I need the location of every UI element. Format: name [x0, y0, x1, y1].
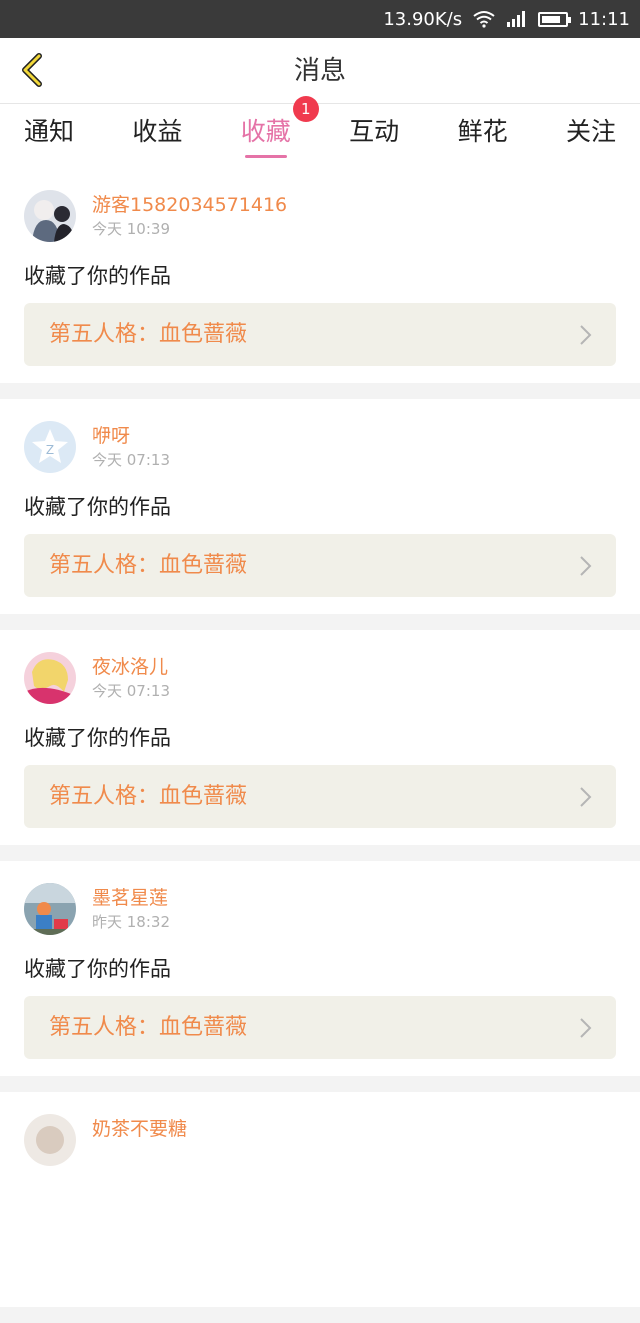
- wifi-icon: [472, 10, 496, 28]
- signal-icon: [506, 11, 528, 27]
- tab-label: 通知: [24, 117, 75, 146]
- tab-label: 互动: [349, 117, 400, 146]
- unread-badge: 1: [292, 96, 319, 122]
- page-title: 消息: [293, 56, 346, 86]
- avatar[interactable]: [24, 883, 76, 935]
- tab-label: 鲜花: [457, 117, 508, 146]
- network-speed: 13.90K/s: [383, 8, 463, 30]
- active-tab-indicator: [244, 155, 287, 158]
- nav-header: 消息: [0, 38, 640, 104]
- timestamp: 昨天 18:32: [92, 913, 170, 931]
- work-link[interactable]: 第五人格：血色蔷薇: [24, 534, 616, 597]
- avatar[interactable]: [24, 190, 76, 242]
- user-name[interactable]: 咿呀: [92, 421, 130, 448]
- work-title: 第五人格：血色蔷薇: [49, 784, 248, 809]
- status-bar: 13.90K/s 11:11: [0, 0, 640, 38]
- user-name[interactable]: 奶茶不要糖: [92, 1114, 187, 1141]
- action-text: 收藏了你的作品: [24, 957, 171, 981]
- tab-follow[interactable]: 关注: [560, 104, 622, 168]
- tab-label: 收藏: [240, 117, 291, 146]
- svg-text:Z: Z: [46, 443, 54, 457]
- user-name[interactable]: 夜冰洛儿: [92, 652, 168, 679]
- tab-bar: 通知 收益 收藏 1 互动 鲜花 关注: [0, 96, 640, 168]
- action-text: 收藏了你的作品: [24, 726, 171, 750]
- work-title: 第五人格：血色蔷薇: [49, 322, 248, 347]
- user-name[interactable]: 游客15820345714​16: [92, 190, 287, 217]
- message-card: Z 咿呀 今天 07:13 收藏了你的作品 第五人格：血色蔷薇: [0, 399, 640, 614]
- avatar[interactable]: [24, 1114, 76, 1166]
- work-title: 第五人格：血色蔷薇: [49, 553, 248, 578]
- clock: 11:11: [578, 8, 630, 30]
- timestamp: 今天 07:13: [92, 682, 170, 700]
- chevron-right-icon: [580, 556, 592, 576]
- user-name[interactable]: 墨茗星莲: [92, 883, 168, 910]
- timestamp: 今天 07:13: [92, 451, 170, 469]
- avatar[interactable]: [24, 652, 76, 704]
- work-title: 第五人格：血色蔷薇: [49, 1015, 248, 1040]
- action-text: 收藏了你的作品: [24, 264, 171, 288]
- tab-favorites[interactable]: 收藏 1: [235, 96, 319, 168]
- tab-earnings[interactable]: 收益: [126, 104, 188, 168]
- tab-interaction[interactable]: 互动: [343, 104, 405, 168]
- chevron-right-icon: [580, 787, 592, 807]
- tab-label: 收益: [132, 117, 183, 146]
- tab-notice[interactable]: 通知: [18, 104, 80, 168]
- timestamp: 今天 10:39: [92, 220, 170, 238]
- work-link[interactable]: 第五人格：血色蔷薇: [24, 765, 616, 828]
- work-link[interactable]: 第五人格：血色蔷薇: [24, 303, 616, 366]
- avatar[interactable]: Z: [24, 421, 76, 473]
- chevron-right-icon: [580, 1018, 592, 1038]
- chevron-right-icon: [580, 325, 592, 345]
- message-card: 奶茶不要糖: [0, 1092, 640, 1307]
- tab-flowers[interactable]: 鲜花: [452, 104, 514, 168]
- tab-label: 关注: [565, 117, 616, 146]
- message-list: 游客15820345714​16 今天 10:39 收藏了你的作品 第五人格：血…: [0, 168, 640, 1323]
- action-text: 收藏了你的作品: [24, 495, 171, 519]
- battery-icon: [538, 11, 572, 27]
- message-card: 游客15820345714​16 今天 10:39 收藏了你的作品 第五人格：血…: [0, 168, 640, 383]
- message-card: 墨茗星莲 昨天 18:32 收藏了你的作品 第五人格：血色蔷薇: [0, 861, 640, 1076]
- message-card: 夜冰洛儿 今天 07:13 收藏了你的作品 第五人格：血色蔷薇: [0, 630, 640, 845]
- work-link[interactable]: 第五人格：血色蔷薇: [24, 996, 616, 1059]
